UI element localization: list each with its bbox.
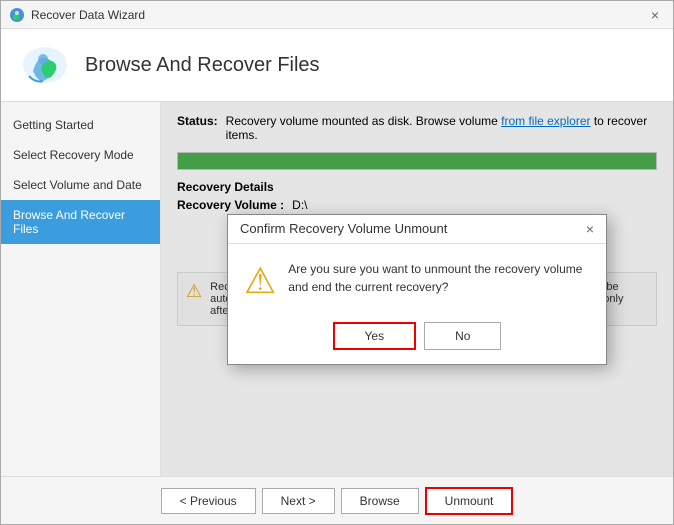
- no-button[interactable]: No: [424, 322, 501, 350]
- sidebar: Getting Started Select Recovery Mode Sel…: [1, 102, 161, 476]
- sidebar-item-recovery-mode[interactable]: Select Recovery Mode: [1, 140, 160, 170]
- unmount-button[interactable]: Unmount: [425, 487, 514, 515]
- previous-button[interactable]: < Previous: [161, 488, 256, 514]
- confirm-dialog: Confirm Recovery Volume Unmount × ⚠ Are …: [227, 214, 607, 365]
- dialog-close-button[interactable]: ×: [586, 221, 594, 237]
- dialog-overlay: Confirm Recovery Volume Unmount × ⚠ Are …: [161, 102, 673, 476]
- dialog-title-text: Confirm Recovery Volume Unmount: [240, 221, 447, 236]
- dialog-body: ⚠ Are you sure you want to unmount the r…: [228, 244, 606, 312]
- close-button[interactable]: ×: [645, 5, 665, 25]
- content-area: Getting Started Select Recovery Mode Sel…: [1, 102, 673, 476]
- header-area: Browse And Recover Files: [1, 29, 673, 102]
- footer-bar: < Previous Next > Browse Unmount: [1, 476, 673, 524]
- main-window: Recover Data Wizard × Browse And Recover…: [0, 0, 674, 525]
- dialog-footer: Yes No: [228, 312, 606, 364]
- yes-button[interactable]: Yes: [333, 322, 417, 350]
- wizard-icon: [21, 41, 69, 89]
- dialog-title-bar: Confirm Recovery Volume Unmount ×: [228, 215, 606, 244]
- title-bar-left: Recover Data Wizard: [9, 7, 145, 23]
- sidebar-item-browse-recover[interactable]: Browse And Recover Files: [1, 200, 160, 244]
- next-button[interactable]: Next >: [262, 488, 335, 514]
- title-bar-icon: [9, 7, 25, 23]
- title-bar-title: Recover Data Wizard: [31, 8, 145, 22]
- page-title: Browse And Recover Files: [85, 54, 320, 77]
- dialog-message: Are you sure you want to unmount the rec…: [288, 260, 590, 296]
- dialog-warning-icon: ⚠: [244, 260, 276, 302]
- browse-button[interactable]: Browse: [341, 488, 419, 514]
- main-panel: Status: Recovery volume mounted as disk.…: [161, 102, 673, 476]
- sidebar-item-volume-date[interactable]: Select Volume and Date: [1, 170, 160, 200]
- sidebar-item-getting-started[interactable]: Getting Started: [1, 110, 160, 140]
- title-bar: Recover Data Wizard ×: [1, 1, 673, 29]
